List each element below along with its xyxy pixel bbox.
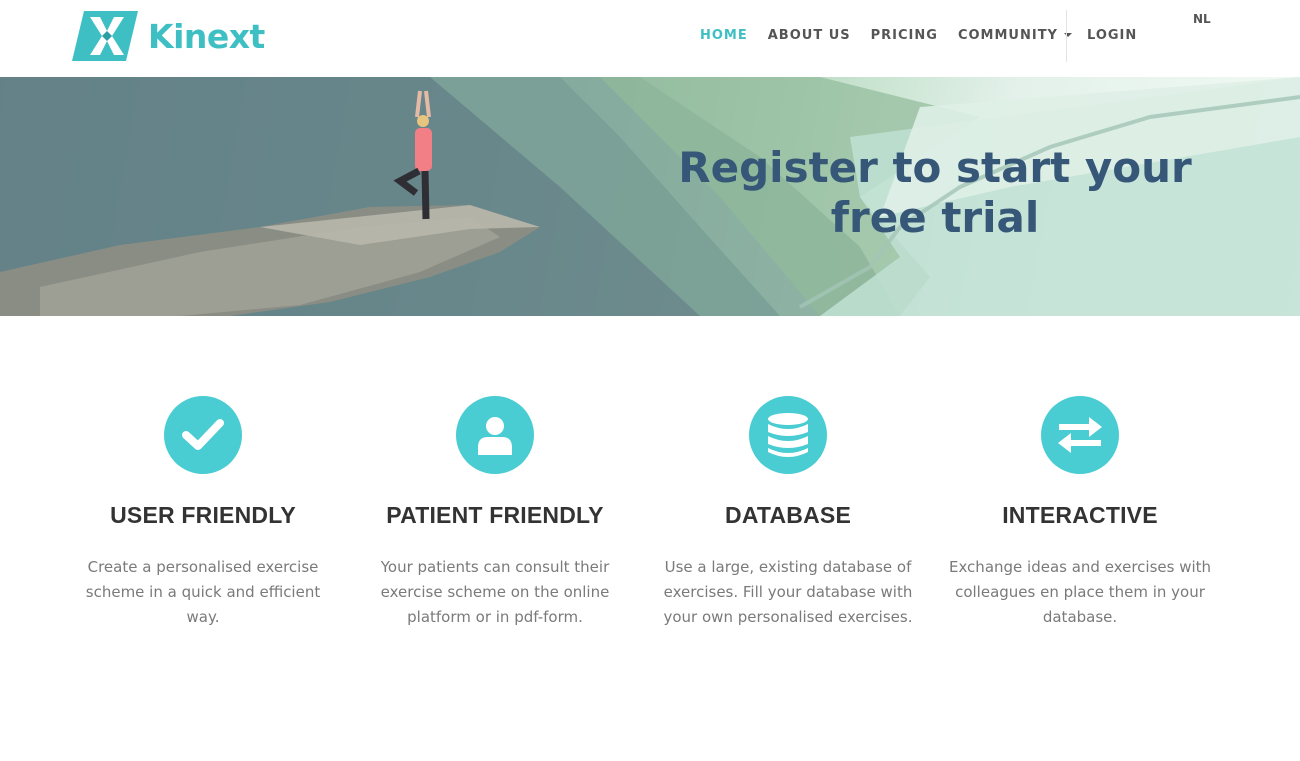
brand-logo-link[interactable]: Kinext	[72, 11, 265, 61]
nav-divider	[1066, 10, 1067, 62]
feature-title: INTERACTIVE	[1002, 502, 1158, 528]
feature-text: Your patients can consult their exercise…	[380, 558, 610, 626]
nav-home[interactable]: HOME	[700, 28, 748, 43]
feature-text: Use a large, existing database of exerci…	[663, 558, 913, 626]
nav-community-label: COMMUNITY	[957, 28, 1058, 43]
feature-database: DATABASE Use a large, existing database …	[638, 396, 938, 630]
exchange-arrows-icon	[1041, 396, 1119, 474]
feature-title: PATIENT FRIENDLY	[386, 502, 604, 528]
nav-pricing[interactable]: PRICING	[871, 28, 938, 43]
database-icon	[749, 396, 827, 474]
nav-community-dropdown[interactable]: COMMUNITY	[958, 28, 1072, 43]
feature-text: Exchange ideas and exercises with collea…	[948, 558, 1212, 626]
feature-patient-friendly: PATIENT FRIENDLY Your patients can consu…	[345, 396, 645, 630]
feature-user-friendly: USER FRIENDLY Create a personalised exer…	[53, 396, 353, 630]
language-switch[interactable]: NL	[1193, 12, 1211, 26]
feature-interactive: INTERACTIVE Exchange ideas and exercises…	[930, 396, 1230, 630]
hero-banner: Register to start your free trial	[0, 77, 1300, 316]
main-nav: HOME ABOUT US PRICING COMMUNITY	[700, 28, 1092, 43]
feature-title: USER FRIENDLY	[110, 502, 296, 528]
hero-title: Register to start your free trial	[678, 143, 1192, 242]
user-icon	[456, 396, 534, 474]
brand-name: Kinext	[148, 16, 265, 56]
feature-title: DATABASE	[725, 502, 851, 528]
kinext-logo-icon	[72, 11, 138, 61]
checkmark-icon	[164, 396, 242, 474]
nav-login[interactable]: LOGIN	[1087, 28, 1137, 43]
navbar: Kinext HOME ABOUT US PRICING COMMUNITY L…	[0, 0, 1300, 77]
feature-text: Create a personalised exercise scheme in…	[85, 558, 321, 626]
nav-about-us[interactable]: ABOUT US	[768, 28, 851, 43]
